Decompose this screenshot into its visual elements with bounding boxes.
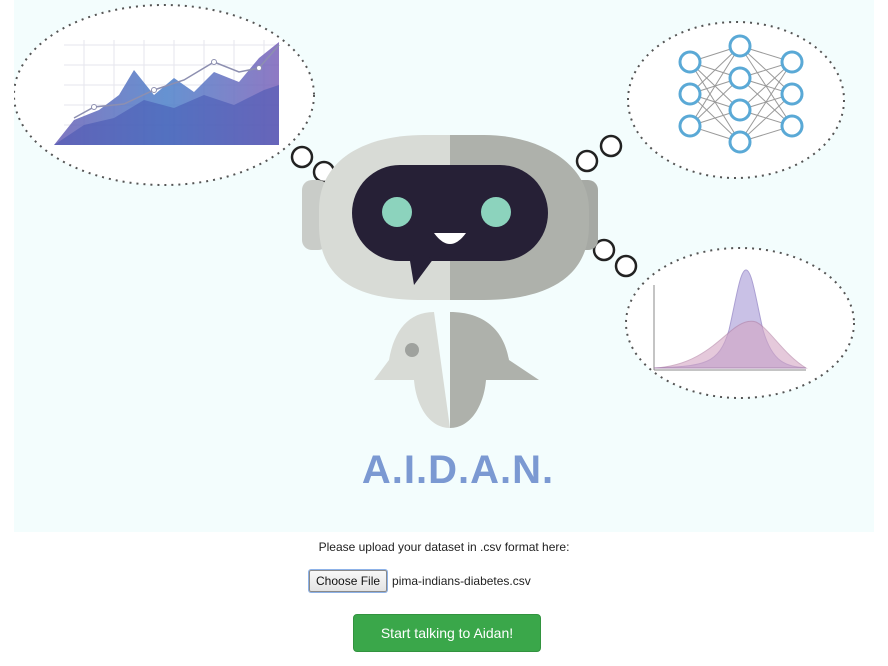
upload-prompt: Please upload your dataset in .csv forma… bbox=[318, 540, 570, 554]
thought-bubble-chart-icon bbox=[14, 4, 336, 186]
brand-title: A.I.D.A.N. bbox=[361, 448, 555, 492]
hero-illustration: A.I.D.A.N. bbox=[14, 0, 874, 532]
start-talking-button[interactable]: Start talking to Aidan! bbox=[353, 614, 541, 652]
thought-bubble-neural-net-icon bbox=[575, 21, 845, 179]
file-input[interactable]: Choose File pima-indians-diabetes.csv bbox=[309, 569, 531, 593]
robot-mascot-icon bbox=[302, 135, 598, 428]
thought-bubble-distribution-icon bbox=[592, 238, 855, 399]
choose-file-button[interactable]: Choose File bbox=[309, 570, 388, 592]
selected-file-name: pima-indians-diabetes.csv bbox=[392, 574, 531, 588]
